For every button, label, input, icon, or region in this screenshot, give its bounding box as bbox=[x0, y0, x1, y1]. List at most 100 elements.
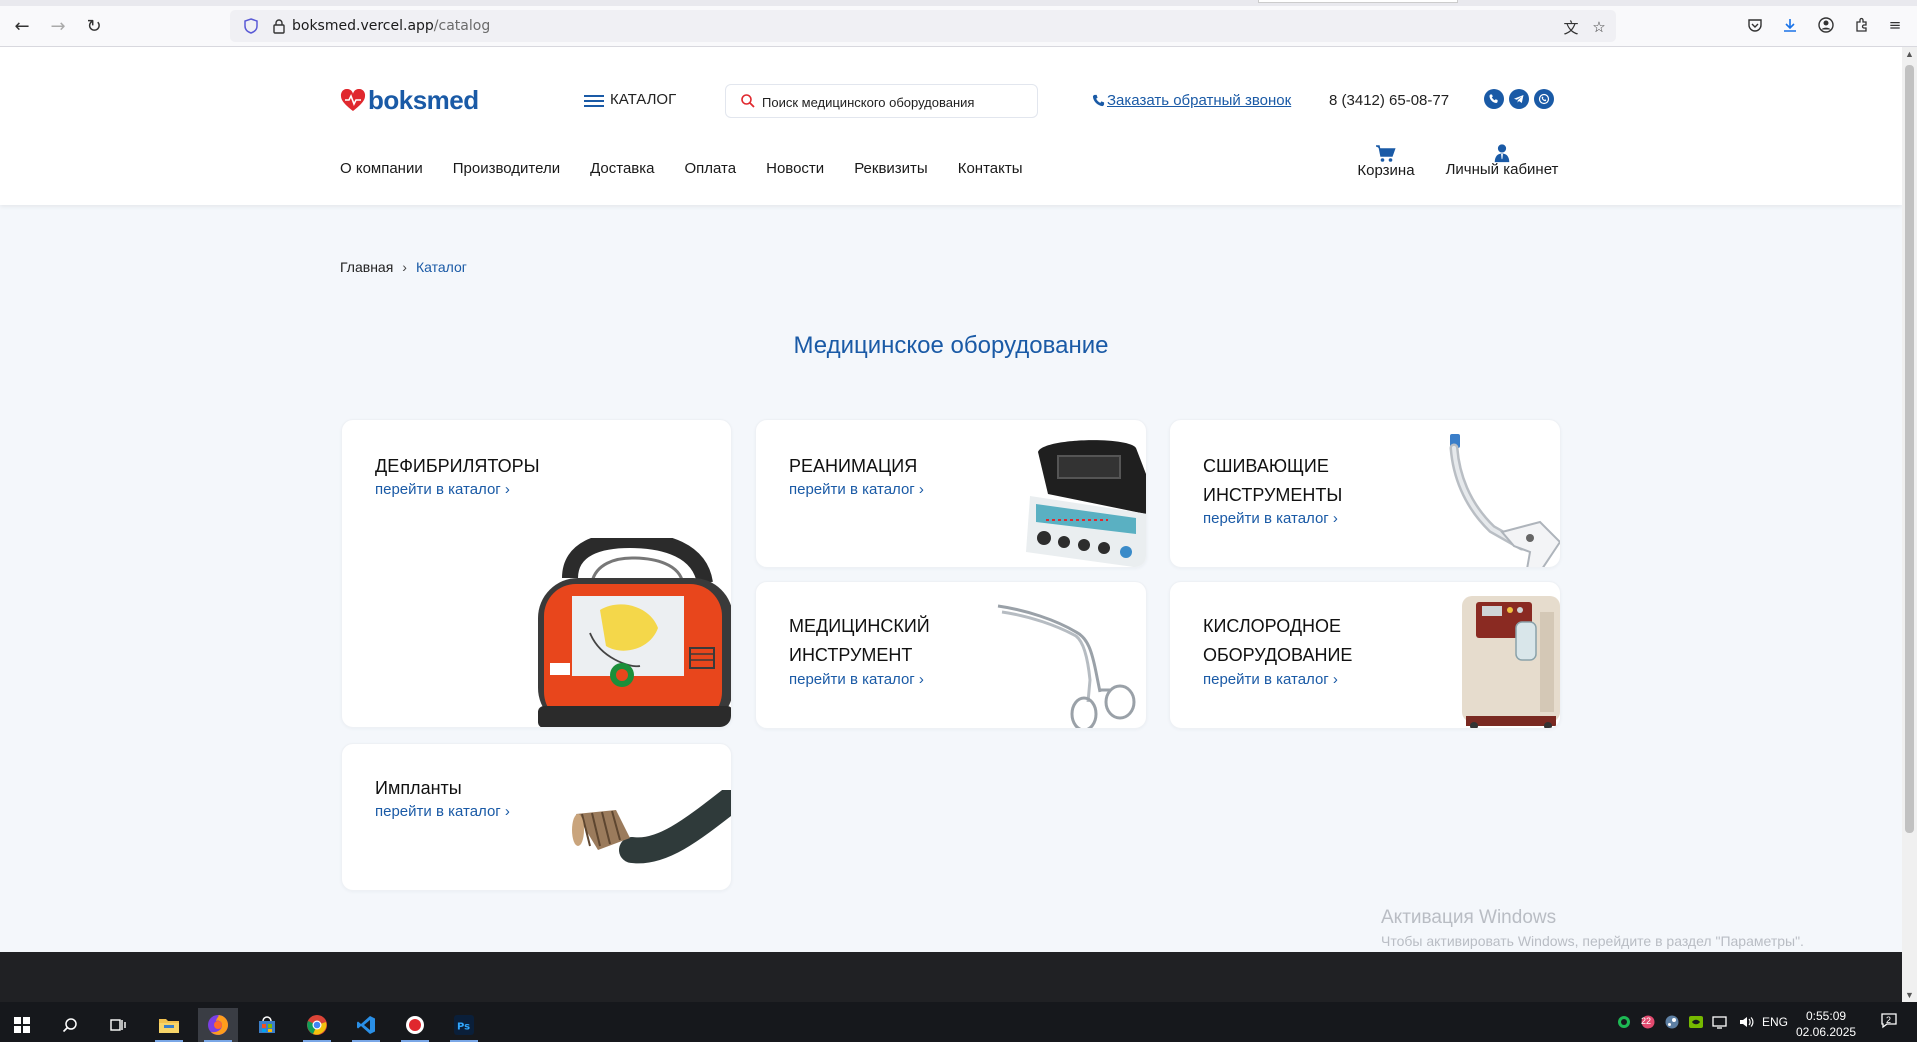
whatsapp-icon[interactable] bbox=[1534, 89, 1554, 109]
category-link[interactable]: перейти в каталог › bbox=[1203, 510, 1338, 527]
tray-badge-app-icon[interactable]: 22 bbox=[1640, 1014, 1656, 1033]
windows-start-icon[interactable] bbox=[2, 1008, 42, 1042]
search-icon[interactable] bbox=[740, 93, 756, 109]
address-bar[interactable]: boksmed.vercel.app/catalog 文 ☆ bbox=[230, 10, 1616, 42]
breadcrumb-separator: › bbox=[402, 259, 407, 275]
tray-circle-app-icon[interactable] bbox=[1616, 1014, 1632, 1033]
cart-button[interactable]: Корзина bbox=[1356, 144, 1416, 179]
downloads-icon[interactable] bbox=[1779, 14, 1801, 36]
chrome-taskbar-icon[interactable] bbox=[297, 1008, 337, 1042]
category-title: ДЕФИБРИЛЯТОРЫ bbox=[375, 456, 540, 476]
category-link[interactable]: перейти в каталог › bbox=[375, 481, 510, 498]
tracking-shield-icon[interactable] bbox=[244, 18, 258, 34]
nav-item-payment[interactable]: Оплата bbox=[685, 160, 737, 177]
personal-cabinet-button[interactable]: Личный кабинет bbox=[1444, 143, 1560, 178]
breadcrumb-home[interactable]: Главная bbox=[340, 259, 393, 275]
url-text[interactable]: boksmed.vercel.app/catalog bbox=[292, 18, 490, 34]
heart-logo-icon bbox=[340, 88, 366, 111]
file-explorer-icon[interactable] bbox=[149, 1008, 189, 1042]
category-title: Импланты bbox=[375, 778, 462, 798]
nav-item-about[interactable]: О компании bbox=[340, 160, 423, 177]
clock-time: 0:55:09 bbox=[1806, 1009, 1847, 1023]
lock-icon[interactable] bbox=[272, 18, 286, 34]
category-link[interactable]: перейти в каталог › bbox=[1203, 671, 1338, 688]
category-card-medical-instrument[interactable]: МЕДИЦИНСКИЙ ИНСТРУМЕНТ перейти в каталог… bbox=[755, 581, 1147, 729]
tray-badge-count: 22 bbox=[1641, 1016, 1652, 1026]
search-box[interactable] bbox=[725, 84, 1038, 118]
cabinet-label: Личный кабинет bbox=[1445, 161, 1559, 178]
cart-icon bbox=[1376, 145, 1396, 162]
nav-item-news[interactable]: Новости bbox=[766, 160, 824, 177]
browser-toolbar: ← → ↻ boksmed.vercel.app/catalog 文 ☆ ≡ bbox=[0, 0, 1917, 47]
store-taskbar-icon[interactable] bbox=[247, 1008, 287, 1042]
taskbar-clock[interactable]: 0:55:09 02.06.2025 bbox=[1796, 1008, 1856, 1040]
reload-button[interactable]: ↻ bbox=[82, 14, 106, 38]
category-link[interactable]: перейти в каталог › bbox=[375, 803, 510, 820]
main-navigation: О компании Производители Доставка Оплата… bbox=[340, 160, 1053, 177]
page-title: Медицинское оборудование bbox=[793, 332, 1109, 359]
photoshop-taskbar-icon[interactable]: Ps bbox=[444, 1008, 484, 1042]
scroll-thumb[interactable] bbox=[1905, 65, 1914, 833]
svg-text:Ps: Ps bbox=[457, 1022, 470, 1033]
windows-activation-watermark: Активация Windows Чтобы активировать Win… bbox=[1381, 907, 1804, 949]
tab-strip bbox=[0, 0, 1917, 6]
notification-center-icon[interactable]: 2 bbox=[1880, 1012, 1898, 1033]
vscode-taskbar-icon[interactable] bbox=[346, 1008, 386, 1042]
firefox-taskbar-icon[interactable] bbox=[198, 1008, 238, 1042]
scroll-down-arrow-icon[interactable]: ▼ bbox=[1905, 990, 1914, 1000]
category-title: СШИВАЮЩИЕ ИНСТРУМЕНТЫ bbox=[1203, 456, 1343, 505]
nav-item-manufacturers[interactable]: Производители bbox=[453, 160, 560, 177]
viber-icon[interactable] bbox=[1484, 89, 1504, 109]
burger-menu-icon bbox=[584, 93, 604, 107]
category-title: КИСЛОРОДНОЕ ОБОРУДОВАНИЕ bbox=[1203, 616, 1353, 665]
category-title: МЕДИЦИНСКИЙ ИНСТРУМЕНТ bbox=[789, 616, 930, 665]
steam-tray-icon[interactable] bbox=[1664, 1014, 1680, 1033]
search-input[interactable] bbox=[762, 92, 1027, 112]
url-path: /catalog bbox=[433, 18, 491, 34]
category-card-defibrillators[interactable]: ДЕФИБРИЛЯТОРЫ перейти в каталог › bbox=[341, 419, 732, 728]
extensions-icon[interactable] bbox=[1851, 14, 1873, 36]
nav-item-requisites[interactable]: Реквизиты bbox=[854, 160, 928, 177]
nav-item-contacts[interactable]: Контакты bbox=[958, 160, 1023, 177]
category-card-stapling-instruments[interactable]: СШИВАЮЩИЕ ИНСТРУМЕНТЫ перейти в каталог … bbox=[1169, 419, 1561, 568]
language-indicator[interactable]: ENG bbox=[1762, 1015, 1788, 1029]
defibrillator-image bbox=[538, 538, 731, 727]
telegram-icon[interactable] bbox=[1509, 89, 1529, 109]
menu-icon[interactable]: ≡ bbox=[1884, 14, 1906, 36]
category-card-implants[interactable]: Импланты перейти в каталог › bbox=[341, 743, 732, 891]
callback-link[interactable]: Заказать обратный звонок bbox=[1092, 92, 1291, 109]
back-button[interactable]: ← bbox=[10, 14, 34, 38]
oxygen-concentrator-image bbox=[1462, 596, 1560, 728]
phone-number[interactable]: 8 (3412) 65-08-77 bbox=[1329, 92, 1449, 109]
bookmark-star-icon[interactable]: ☆ bbox=[1588, 16, 1610, 38]
catalog-menu-button[interactable]: КАТАЛОГ bbox=[584, 91, 676, 108]
network-tray-icon[interactable] bbox=[1712, 1014, 1730, 1033]
volume-tray-icon[interactable] bbox=[1738, 1014, 1754, 1033]
tab-fragment[interactable] bbox=[1258, 0, 1458, 3]
recorder-taskbar-icon[interactable] bbox=[395, 1008, 435, 1042]
nav-item-delivery[interactable]: Доставка bbox=[590, 160, 654, 177]
scroll-up-arrow-icon[interactable]: ▲ bbox=[1905, 49, 1914, 59]
clock-date: 02.06.2025 bbox=[1796, 1025, 1857, 1039]
search-taskbar-icon[interactable] bbox=[50, 1008, 90, 1042]
category-link[interactable]: перейти в каталог › bbox=[789, 481, 924, 498]
page-scrollbar[interactable]: ▲ ▼ bbox=[1902, 47, 1917, 1002]
notification-count: 2 bbox=[1886, 1015, 1892, 1025]
nvidia-tray-icon[interactable] bbox=[1688, 1014, 1704, 1033]
forward-button[interactable]: → bbox=[46, 14, 70, 38]
category-card-reanimation[interactable]: РЕАНИМАЦИЯ перейти в каталог › bbox=[755, 419, 1147, 568]
site-footer bbox=[0, 952, 1902, 1002]
pocket-icon[interactable] bbox=[1744, 14, 1766, 36]
category-card-oxygen-equipment[interactable]: КИСЛОРОДНОЕ ОБОРУДОВАНИЕ перейти в катал… bbox=[1169, 581, 1561, 729]
stapler-instrument-image bbox=[1449, 434, 1560, 567]
surgical-scissors-image bbox=[997, 604, 1136, 728]
phone-icon bbox=[1092, 94, 1105, 107]
translate-icon[interactable]: 文 bbox=[1560, 16, 1582, 38]
logo[interactable]: boksmed bbox=[340, 85, 479, 116]
task-view-icon[interactable] bbox=[98, 1008, 138, 1042]
breadcrumb: Главная › Каталог bbox=[340, 259, 467, 275]
catalog-label: КАТАЛОГ bbox=[610, 91, 677, 108]
callback-label: Заказать обратный звонок bbox=[1107, 92, 1292, 109]
category-link[interactable]: перейти в каталог › bbox=[789, 671, 924, 688]
account-icon[interactable] bbox=[1815, 14, 1837, 36]
